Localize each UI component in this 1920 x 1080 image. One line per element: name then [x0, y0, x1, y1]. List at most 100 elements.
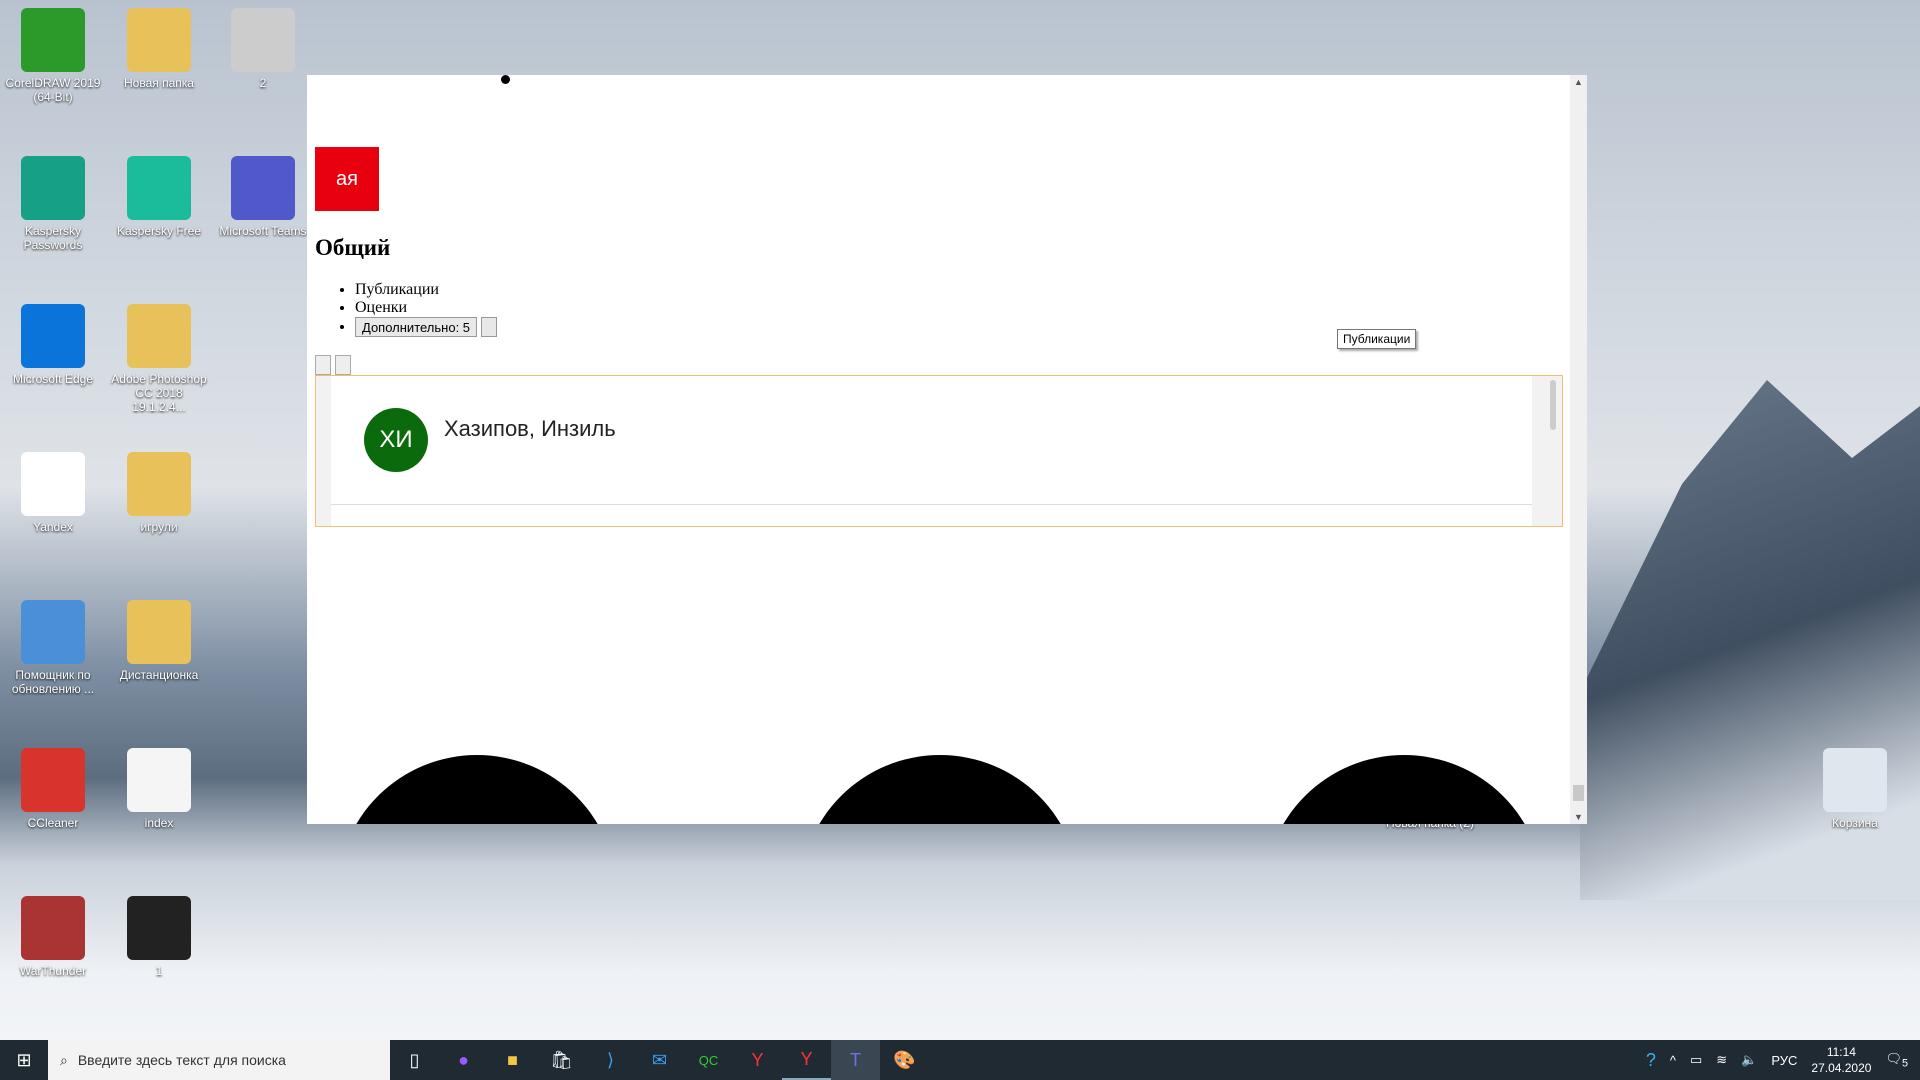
notification-count: 5: [1901, 1057, 1908, 1070]
empty-button[interactable]: [481, 317, 498, 337]
desktop-icon[interactable]: CCleaner: [3, 748, 103, 830]
search-icon: ⌕: [60, 1051, 68, 1068]
scroll-right-button[interactable]: [335, 355, 351, 375]
desktop-icon-image: [231, 8, 295, 72]
window-scrollbar[interactable]: ▲ ▼: [1570, 75, 1587, 824]
desktop-icon-image: [1823, 748, 1887, 812]
teams-icon[interactable]: T: [831, 1040, 880, 1080]
nav-list: Публикации Оценки Дополнительно: 5: [355, 281, 498, 337]
battery-icon[interactable]: ▭: [1690, 1052, 1702, 1068]
desktop-icon-image: [127, 600, 191, 664]
yandex-icon[interactable]: Y: [733, 1040, 782, 1080]
scroll-down-icon[interactable]: ▼: [1574, 812, 1583, 822]
nav-item-publications[interactable]: Публикации: [355, 281, 497, 299]
desktop-icon[interactable]: Дистанционка: [109, 600, 209, 682]
desktop-icon-label: Kaspersky Free: [116, 224, 202, 238]
app-tile[interactable]: ая: [315, 147, 379, 211]
dot: [501, 75, 510, 84]
desktop-icon-label: Adobe Photoshop CC 2018 19.1.2.4...: [111, 372, 207, 414]
more-button[interactable]: Дополнительно: 5: [355, 317, 478, 337]
scroll-up-icon[interactable]: ▲: [1574, 77, 1583, 87]
nav-item-more: Дополнительно: 5: [355, 317, 498, 337]
page-title: Общий: [315, 235, 391, 260]
desktop-icon[interactable]: Yandex: [3, 452, 103, 534]
circle-shape: [800, 755, 1080, 824]
desktop-icon[interactable]: Kaspersky Passwords: [3, 156, 103, 252]
desktop-icon-label: index: [144, 816, 174, 830]
desktop-icon-image: [127, 8, 191, 72]
desktop-icon-image: [21, 600, 85, 664]
vscode-icon[interactable]: ⟩: [586, 1040, 635, 1080]
profile-name[interactable]: Хазипов, Инзиль: [444, 416, 616, 442]
system-tray: ? ^ ▭ ≋ 🔈 РУС 11:14 27.04.2020 🗨5: [1646, 1044, 1920, 1076]
desktop-icon-label: Kaspersky Passwords: [23, 224, 83, 252]
desktop-icon-label: 1: [155, 964, 163, 978]
desktop-icon-label: Новая папка: [124, 76, 194, 90]
taskbar: ⊞ ⌕ Введите здесь текст для поиска ▯ ● ■ …: [0, 1040, 1920, 1080]
desktop-icon-label: CorelDRAW 2019 (64-Bit): [5, 76, 101, 104]
search-input[interactable]: ⌕ Введите здесь текст для поиска: [48, 1040, 390, 1080]
avatar[interactable]: ХИ: [364, 408, 428, 472]
tile-text: ая: [336, 167, 358, 190]
desktop-icon[interactable]: index: [109, 748, 209, 830]
date: 27.04.2020: [1811, 1061, 1872, 1075]
store-icon[interactable]: 🛍: [537, 1040, 586, 1080]
desktop-icon-image: [127, 748, 191, 812]
alice-icon[interactable]: ●: [439, 1040, 488, 1080]
desktop-icon[interactable]: Помощник по обновлению ...: [3, 600, 103, 696]
profile-panel: ХИ Хазипов, Инзиль: [315, 375, 1563, 527]
task-view-icon[interactable]: ▯: [390, 1040, 439, 1080]
qc-icon[interactable]: QC: [684, 1040, 733, 1080]
language-indicator[interactable]: РУС: [1771, 1053, 1797, 1068]
windows-start-icon[interactable]: ⊞: [0, 1040, 48, 1080]
chevron-up-icon[interactable]: ^: [1670, 1053, 1676, 1068]
desktop-icon[interactable]: 1: [109, 896, 209, 978]
desktop-icon[interactable]: Microsoft Edge: [3, 304, 103, 386]
desktop-icon-image: [21, 8, 85, 72]
volume-icon[interactable]: 🔈: [1741, 1052, 1757, 1068]
desktop-icon-image: [127, 156, 191, 220]
desktop-icon-label: Помощник по обновлению ...: [11, 668, 95, 696]
desktop-icon-label: WarThunder: [19, 964, 87, 978]
browser-window: ая Общий Публикации Оценки Дополнительно…: [307, 75, 1587, 824]
mail-icon[interactable]: ✉: [635, 1040, 684, 1080]
panel-scrollbar[interactable]: [1550, 380, 1556, 430]
divider: [331, 504, 1532, 505]
desktop-icon-image: [231, 156, 295, 220]
scroll-left-button[interactable]: [315, 355, 331, 375]
desktop-icon-image: [127, 452, 191, 516]
nav-item-ratings[interactable]: Оценки: [355, 299, 497, 317]
desktop-icon[interactable]: Корзина: [1805, 748, 1905, 830]
avatar-initials: ХИ: [379, 426, 413, 453]
desktop-icon-label: Корзина: [1832, 816, 1878, 830]
desktop-icon-image: [21, 896, 85, 960]
desktop-icon[interactable]: 2: [213, 8, 313, 90]
desktop-icon-image: [127, 896, 191, 960]
desktop-icon-label: 2: [259, 76, 267, 90]
desktop-icon[interactable]: CorelDRAW 2019 (64-Bit): [3, 8, 103, 104]
search-placeholder: Введите здесь текст для поиска: [77, 1052, 286, 1068]
desktop-icon[interactable]: WarThunder: [3, 896, 103, 978]
wifi-icon[interactable]: ≋: [1716, 1052, 1727, 1068]
desktop-icon-label: Microsoft Teams: [219, 224, 307, 238]
desktop-icon-label: Дистанционка: [119, 668, 199, 682]
tooltip: Публикации: [1337, 329, 1417, 349]
help-icon[interactable]: ?: [1646, 1050, 1656, 1071]
desktop-icon[interactable]: Kaspersky Free: [109, 156, 209, 238]
scroll-thumb[interactable]: [1573, 785, 1584, 801]
desktop-icon-image: [21, 748, 85, 812]
yandex-browser-icon[interactable]: Y: [782, 1040, 831, 1080]
clock[interactable]: 11:14 27.04.2020: [1811, 1044, 1871, 1076]
desktop-icon-label: CCleaner: [27, 816, 79, 830]
notifications-icon[interactable]: 🗨5: [1885, 1051, 1908, 1070]
desktop-icon-label: Yandex: [33, 520, 73, 534]
desktop-icon-image: [21, 452, 85, 516]
desktop-icon[interactable]: Новая папка: [109, 8, 209, 90]
desktop-icon-label: игрули: [140, 520, 178, 534]
desktop-icon[interactable]: игрули: [109, 452, 209, 534]
paint-icon[interactable]: 🎨: [880, 1040, 929, 1080]
file-explorer-icon[interactable]: ■: [488, 1040, 537, 1080]
desktop-icon[interactable]: Adobe Photoshop CC 2018 19.1.2.4...: [109, 304, 209, 414]
desktop-icon[interactable]: Microsoft Teams: [213, 156, 313, 238]
desktop-icon-label: Microsoft Edge: [12, 372, 94, 386]
